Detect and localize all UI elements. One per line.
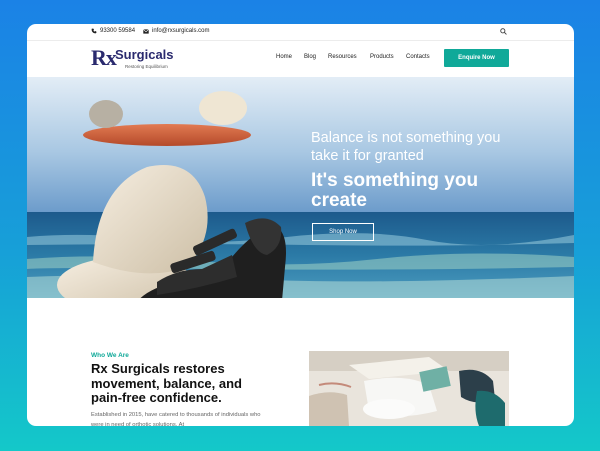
enquire-now-button[interactable]: Enquire Now (444, 49, 509, 67)
section-body-text: Established in 2015, have catered to tho… (91, 412, 261, 426)
top-contact-bar: 93300 59584 info@rxsurgicals.com (27, 24, 574, 41)
site-logo[interactable]: Rx Surgicals Restoring Equilibrium (91, 45, 181, 73)
hero-subtitle: Balance is not something you take it for… (311, 130, 501, 164)
nav-home[interactable]: Home (276, 54, 292, 60)
logo-tagline: Restoring Equilibrium (125, 64, 168, 69)
nav-resources[interactable]: Resources (328, 54, 357, 60)
logo-name: Surgicals (115, 47, 174, 62)
search-icon[interactable] (500, 28, 507, 35)
phone-contact[interactable]: 93300 59584 (91, 28, 135, 34)
logo-rx-mark: Rx (91, 45, 117, 70)
browser-window: 93300 59584 info@rxsurgicals.com Rx Surg… (27, 24, 574, 426)
hero-banner: Balance is not something you take it for… (27, 77, 574, 298)
nav-contacts[interactable]: Contacts (406, 54, 430, 60)
mail-icon (143, 28, 149, 34)
workshop-photo (309, 351, 509, 426)
phone-number: 93300 59584 (100, 28, 136, 34)
email-address: info@rxsurgicals.com (152, 28, 210, 34)
section-eyebrow: Who We Are (91, 352, 129, 359)
section-heading: Rx Surgicals restores movement, balance,… (91, 361, 242, 405)
email-contact[interactable]: info@rxsurgicals.com (143, 28, 209, 34)
phone-icon (91, 28, 97, 34)
site-header: Rx Surgicals Restoring Equilibrium Home … (27, 41, 574, 77)
hero-title: It's something you create (311, 170, 479, 211)
shop-now-button[interactable]: Shop Now (312, 223, 374, 241)
nav-products[interactable]: Products (370, 54, 394, 60)
nav-blog[interactable]: Blog (304, 54, 316, 60)
